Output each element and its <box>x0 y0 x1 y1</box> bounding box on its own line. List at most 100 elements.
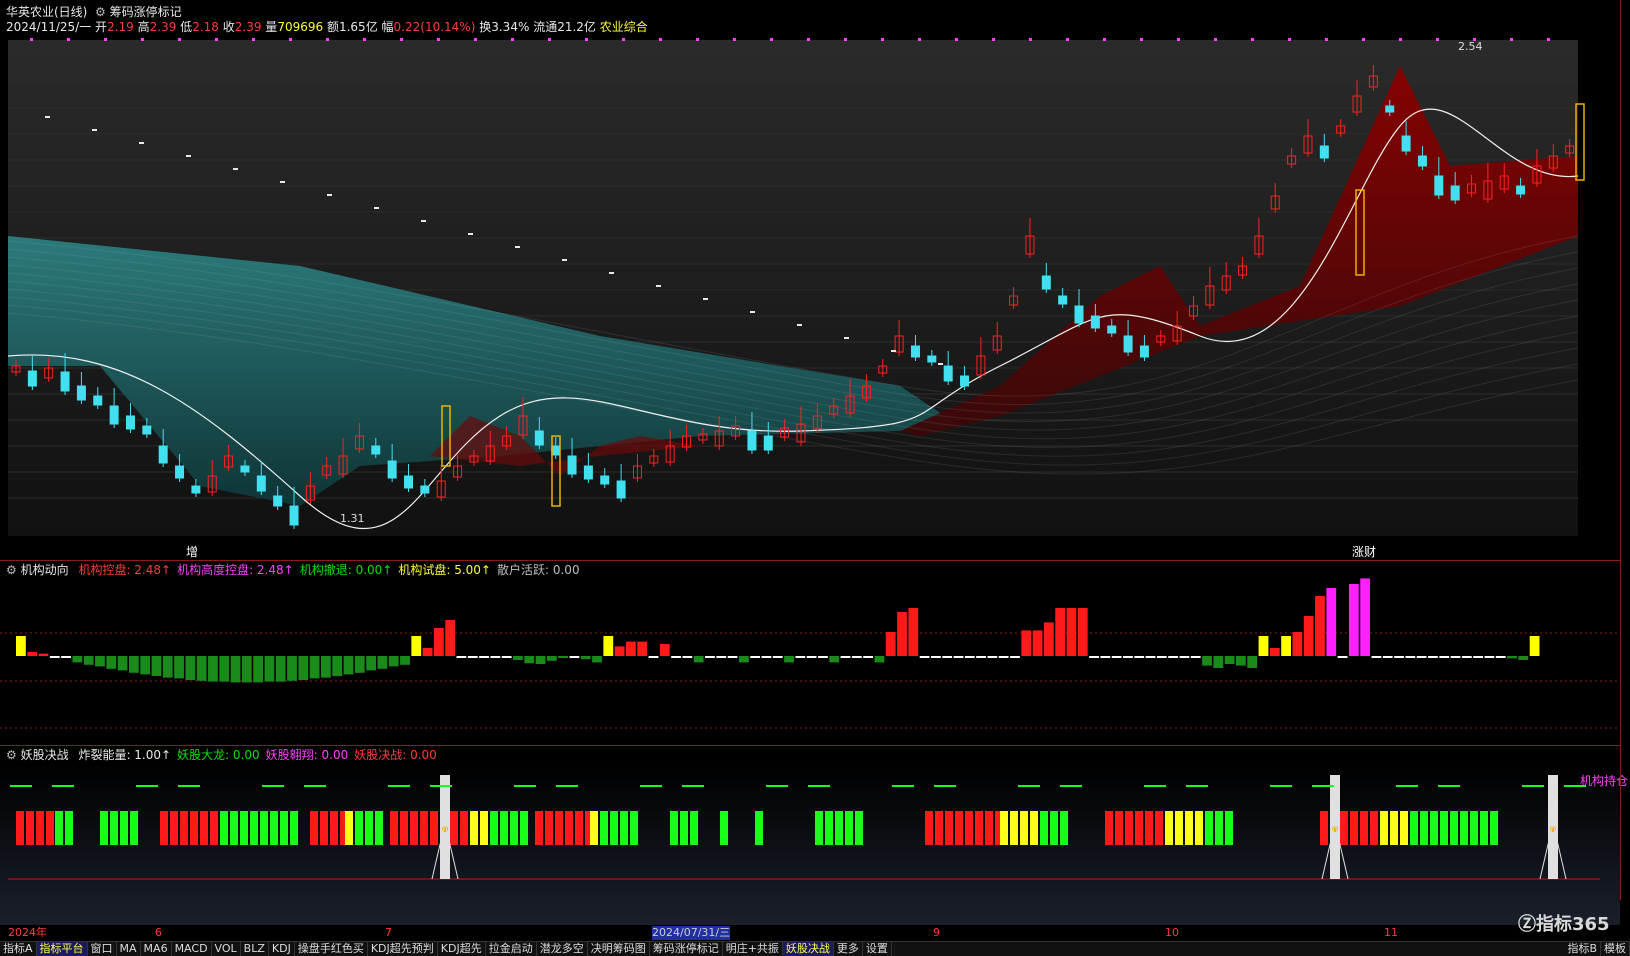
tab-5[interactable]: MACD <box>172 942 212 956</box>
candle-body <box>289 505 299 526</box>
panel1-bar <box>761 656 772 658</box>
panel1-bar <box>772 656 783 658</box>
panel1-bar-chart[interactable] <box>0 578 1630 738</box>
tab-1[interactable]: 指标平台 <box>36 942 88 956</box>
date-label: 2024年 <box>8 926 47 939</box>
tab-template[interactable]: 模板 <box>1601 942 1630 956</box>
panel1-bar <box>433 628 444 656</box>
tab-13[interactable]: 潜龙多空 <box>537 942 588 956</box>
panel1-header: ⚙ 机构动向 机构控盘: 2.48↑ 机构高度控盘: 2.48↑ 机构撤退: 0.0… <box>6 563 580 578</box>
candle-body <box>191 485 201 494</box>
panel1-bar <box>445 620 456 656</box>
panel1-bar <box>614 646 625 656</box>
panel1-bar <box>964 656 975 658</box>
panel1-bar <box>1236 656 1246 666</box>
panel1-bar <box>1123 656 1133 658</box>
dash-line <box>10 785 32 787</box>
gear-icon[interactable]: ⚙ <box>6 748 17 762</box>
dash-line <box>430 785 452 787</box>
dash-mark <box>609 272 614 274</box>
tab-19[interactable]: 设置 <box>863 942 892 956</box>
candle-body <box>943 365 953 382</box>
panel1-bar <box>1428 656 1438 658</box>
panel1-bar <box>738 656 749 663</box>
panel-separator <box>0 745 1620 746</box>
candle-body <box>158 445 168 464</box>
panel1-bar <box>1439 656 1450 658</box>
tab-18[interactable]: 更多 <box>834 942 863 956</box>
panel1-bar <box>659 644 670 656</box>
panel1-title[interactable]: 机构动向 <box>21 563 69 577</box>
change-value: 0.22(10.14%) <box>393 20 476 34</box>
panel2-title[interactable]: 妖股决战 <box>21 748 69 762</box>
top-dot <box>289 38 292 41</box>
candle-body <box>1041 275 1051 290</box>
tab-16[interactable]: 明庄+共振 <box>723 942 783 956</box>
dash-mark <box>374 207 379 209</box>
panel2-bar <box>620 811 628 845</box>
candle-body <box>1417 155 1427 167</box>
panel2-bar <box>1470 811 1478 845</box>
panel2-bar <box>925 811 933 845</box>
tab-6[interactable]: VOL <box>212 942 241 956</box>
panel1-bar <box>784 656 794 663</box>
gear-icon[interactable]: ⚙ <box>91 5 106 19</box>
tab-12[interactable]: 拉金启动 <box>486 942 537 956</box>
candle-body <box>404 475 413 489</box>
tab-8[interactable]: KDJ <box>269 942 295 956</box>
turnover-label: 换 <box>479 20 492 34</box>
indicator-value-2: 机构撤退: 0.00↑ <box>299 563 393 577</box>
panel2-bar <box>590 811 598 845</box>
tab-10[interactable]: KDJ超先预判 <box>368 942 438 956</box>
panel2-bar <box>670 811 678 845</box>
candle-body <box>60 371 70 392</box>
dash-mark <box>515 246 520 248</box>
tab-4[interactable]: MA6 <box>141 942 172 956</box>
candle-body <box>175 465 185 479</box>
panel2-bar <box>1195 811 1203 845</box>
panel2-bar <box>1020 811 1028 845</box>
panel2-bar <box>510 811 518 845</box>
indicator-value-1: 机构高度控盘: 2.48↑ <box>177 563 294 577</box>
panel1-bar <box>671 656 681 658</box>
panel2-bar <box>680 811 688 845</box>
dash-mark <box>656 285 661 287</box>
dash-mark <box>468 233 473 235</box>
tab-0[interactable]: 指标A <box>0 942 37 956</box>
tab-11[interactable]: KDJ超先 <box>438 942 486 956</box>
panel1-bar <box>1405 656 1416 658</box>
indicator-title[interactable]: 筹码涨停标记 <box>110 5 182 19</box>
tab-indicator-b[interactable]: 指标B <box>1564 942 1601 956</box>
panel2-bar <box>1400 811 1408 845</box>
panel2-bar <box>1440 811 1448 845</box>
tab-14[interactable]: 决明筹码图 <box>588 942 650 956</box>
tab-15[interactable]: 筹码涨停标记 <box>650 942 723 956</box>
dash-mark <box>844 337 849 339</box>
panel2-bar <box>460 811 468 845</box>
panel1-bar <box>1529 636 1540 656</box>
panel2-bar <box>935 811 943 845</box>
top-dot <box>844 38 847 41</box>
dash-mark <box>421 220 426 222</box>
tab-17[interactable]: 妖股决战 <box>782 942 834 956</box>
tab-2[interactable]: 窗口 <box>88 942 117 956</box>
sector-label[interactable]: 农业综合 <box>600 20 648 34</box>
panel1-bar <box>840 656 851 658</box>
panel1-bar <box>987 656 998 658</box>
panel2-bar <box>210 811 218 845</box>
panel2-bar <box>375 811 383 845</box>
main-candlestick-chart[interactable]: 2.54 1.31 增 涨财 <box>0 36 1630 558</box>
tab-3[interactable]: MA <box>117 942 141 956</box>
panel1-bar <box>998 656 1009 658</box>
panel1-bar <box>1450 656 1461 658</box>
panel1-bar <box>332 656 343 676</box>
tab-7[interactable]: BLZ <box>241 942 269 956</box>
panel2-bar-chart[interactable]: 机构持仓 <box>0 763 1630 925</box>
panel1-bar <box>1360 578 1371 656</box>
panel1-bar <box>1202 656 1212 666</box>
stock-title[interactable]: 华英农业(日线) <box>6 5 87 19</box>
top-dot <box>770 38 773 41</box>
gear-icon[interactable]: ⚙ <box>6 563 17 577</box>
panel2-bar <box>355 811 363 845</box>
tab-9[interactable]: 操盘手红色买 <box>295 942 368 956</box>
